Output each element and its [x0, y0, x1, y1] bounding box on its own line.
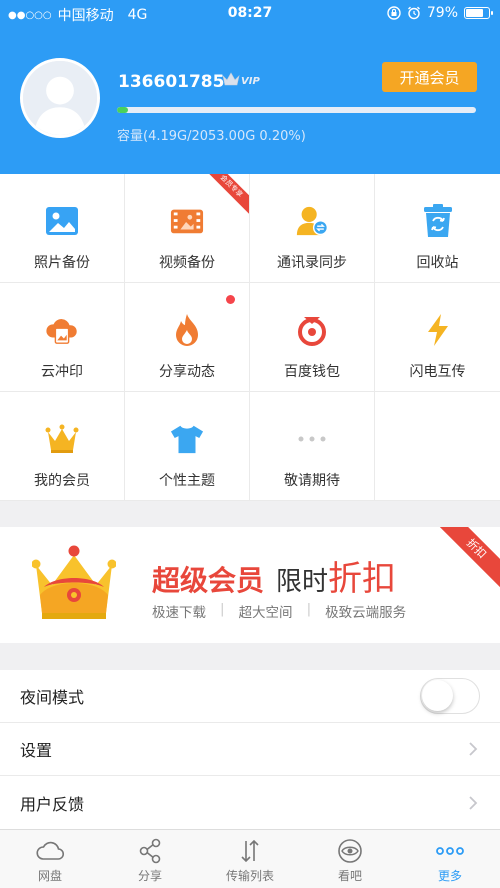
tab-label: 看吧 — [337, 869, 362, 883]
settings-row[interactable]: 设置 — [0, 723, 500, 776]
grid-item-label: 百度钱包 — [284, 364, 340, 380]
night-mode-row: 夜间模式 — [0, 670, 500, 723]
promo-divider: | — [306, 601, 312, 617]
grid-item-recycle-bin[interactable]: 回收站 — [375, 174, 500, 283]
grid-item-label: 回收站 — [416, 255, 459, 271]
discount-ribbon: 折扣 — [433, 527, 500, 592]
battery-icon — [464, 7, 493, 19]
grid-item-coming-soon: 敬请期待 — [250, 392, 375, 501]
vip-crown-icon — [222, 72, 240, 86]
chevron-right-icon — [469, 795, 478, 810]
video-icon — [170, 204, 204, 238]
grid-item-label: 敬请期待 — [284, 473, 340, 489]
member-exclusive-ribbon: 会员专享 — [198, 174, 249, 220]
profile-header: 136601785 VIP 开通会员 容量(4.19G/2053.00G 0.2… — [0, 28, 500, 174]
grid-item-lightning-transfer[interactable]: 闪电互传 — [375, 283, 500, 392]
share-icon — [139, 838, 161, 864]
tab-watch[interactable]: 看吧 — [300, 830, 400, 888]
tab-label: 更多 — [437, 869, 462, 883]
promo-title-super-member: 超级会员 — [152, 564, 265, 597]
tab-transfer-list[interactable]: 传输列表 — [200, 830, 300, 888]
wallet-icon — [295, 313, 329, 347]
promo-title: 超级会员 限时 折扣 — [152, 551, 396, 600]
alarm-icon — [407, 6, 420, 20]
more-dots-icon — [295, 422, 329, 456]
chevron-right-icon — [469, 742, 478, 756]
battery-fill — [466, 9, 483, 17]
grid-item-baidu-wallet[interactable]: 百度钱包 — [250, 283, 375, 392]
username: 136601785 — [118, 72, 225, 92]
tab-label: 分享 — [137, 869, 162, 883]
grid-item-label: 分享动态 — [159, 364, 215, 380]
cloud-print-icon — [45, 313, 79, 347]
settings-list: 夜间模式 设置 用户反馈 — [0, 670, 500, 829]
promo-title-limited: 限时 — [276, 567, 329, 597]
promo-title-discount: 折扣 — [328, 559, 397, 599]
capacity-text: 容量(4.19G/2053.00G 0.20%) — [117, 129, 306, 144]
promo-features: 极速下载 | 超大空间 | 极致云端服务 — [152, 601, 406, 621]
promo-feature: 超大空间 — [238, 605, 293, 621]
grid-item-label: 通讯录同步 — [277, 255, 347, 271]
battery-percent: 79% — [426, 5, 458, 21]
recycle-icon — [421, 204, 455, 238]
rotation-lock-icon — [387, 6, 401, 20]
default-avatar-icon — [23, 61, 97, 135]
contacts-icon — [295, 204, 329, 238]
flame-icon — [170, 313, 204, 347]
promo-divider: | — [220, 601, 225, 617]
grid-item-contacts-sync[interactable]: 通讯录同步 — [250, 174, 375, 283]
eye-icon — [338, 839, 362, 863]
feedback-label: 用户反馈 — [20, 794, 85, 814]
feature-grid: 照片备份 会员专享 视频备份 通讯录同步 回收站 云冲印 分享动态 百度钱包 闪… — [0, 174, 500, 501]
storage-progress-fill — [117, 107, 128, 113]
grid-item-label: 云冲印 — [41, 364, 83, 380]
grid-item-my-membership[interactable]: 我的会员 — [0, 392, 125, 501]
grid-item-video-backup[interactable]: 会员专享 视频备份 — [125, 174, 250, 283]
promo-feature: 极速下载 — [152, 605, 206, 621]
more-icon — [436, 847, 464, 855]
night-mode-label: 夜间模式 — [20, 688, 85, 707]
grid-item-photo-backup[interactable]: 照片备份 — [0, 174, 125, 283]
super-member-promo-banner[interactable]: 超级会员 限时 折扣 极速下载 | 超大空间 | 极致云端服务 折扣 — [0, 527, 500, 643]
avatar[interactable] — [20, 58, 100, 138]
status-right: 79% — [387, 5, 493, 21]
night-mode-toggle[interactable] — [420, 678, 480, 714]
status-bar: ●●○○○ 中国移动 4G 08:27 79% — [0, 0, 500, 28]
transfer-icon — [241, 839, 259, 863]
bottom-tab-bar: 网盘 分享 传输列表 看吧 更多 — [0, 829, 500, 888]
tab-share[interactable]: 分享 — [100, 830, 200, 888]
crown-icon — [45, 422, 79, 456]
open-member-button[interactable]: 开通会员 — [382, 62, 477, 92]
grid-item-personal-theme[interactable]: 个性主题 — [125, 392, 250, 501]
tab-cloud-disk[interactable]: 网盘 — [0, 830, 100, 888]
feedback-row[interactable]: 用户反馈 — [0, 776, 500, 829]
grid-item-label: 视频备份 — [159, 255, 215, 271]
grid-item-label: 闪电互传 — [409, 364, 466, 380]
tab-label: 传输列表 — [225, 869, 274, 883]
grid-item-cloud-print[interactable]: 云冲印 — [0, 283, 125, 392]
photo-icon — [45, 204, 79, 238]
grid-item-label: 个性主题 — [159, 473, 215, 489]
storage-progress-bar — [117, 107, 476, 113]
tshirt-icon — [170, 422, 204, 456]
grid-item-share-feed[interactable]: 分享动态 — [125, 283, 250, 392]
vip-badge[interactable]: VIP — [222, 71, 260, 87]
lightning-icon — [421, 313, 455, 347]
big-crown-icon — [32, 545, 116, 619]
promo-feature: 极致云端服务 — [325, 605, 407, 621]
grid-empty-cell — [375, 392, 500, 501]
tab-more[interactable]: 更多 — [400, 830, 500, 888]
grid-item-label: 我的会员 — [34, 473, 90, 489]
settings-label: 设置 — [20, 741, 53, 760]
grid-item-label: 照片备份 — [34, 255, 90, 271]
notification-dot — [226, 295, 235, 304]
toggle-knob — [422, 680, 453, 711]
vip-badge-label: VIP — [241, 76, 260, 87]
tab-label: 网盘 — [37, 869, 62, 883]
cloud-icon — [36, 841, 65, 860]
